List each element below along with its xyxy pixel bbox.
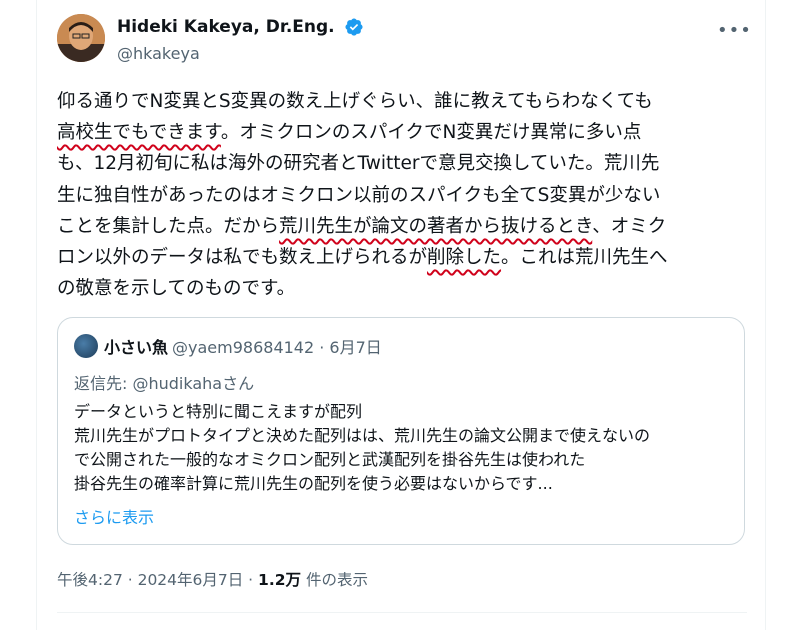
tweet-card: Hideki Kakeya, Dr.Eng. @hkakeya ••• 仰る通り… xyxy=(36,0,766,630)
more-options-icon[interactable]: ••• xyxy=(717,20,751,41)
replying-to: 返信先: @hudikahaさん xyxy=(74,374,255,393)
tweet-line: ロン以外のデータは私でも数え上げられるが削除した。これは荒川先生へ xyxy=(57,247,668,269)
view-count-label: 件の表示 xyxy=(301,571,368,589)
author-handle[interactable]: @hkakeya xyxy=(117,44,364,64)
quoted-tweet-header: 小さい魚 @yaem98684142 · 6月7日 xyxy=(74,334,382,358)
quoted-tweet[interactable]: 小さい魚 @yaem98684142 · 6月7日 返信先: @hudikahaさ… xyxy=(57,317,745,545)
tweet-line: 高校生でもできます。オミクロンのスパイクでN変異だけ異常に多い点 xyxy=(57,122,642,144)
author-names: Hideki Kakeya, Dr.Eng. @hkakeya xyxy=(117,16,364,64)
verified-badge-icon xyxy=(345,18,363,36)
quoted-author-name[interactable]: 小さい魚 xyxy=(104,338,168,357)
tweet-line: も、12月初旬に私は海外の研究者とTwitterで意見交換していた。荒川先 xyxy=(57,153,660,175)
underlined-phrase: 高校生でもできます xyxy=(57,122,221,144)
tweet-header: Hideki Kakeya, Dr.Eng. @hkakeya ••• xyxy=(57,14,751,74)
quoted-line: 荒川先生がプロトタイプと決めた配列はは、荒川先生の論文公開まで使えないの xyxy=(74,426,651,445)
quoted-line: で公開された一般的なオミクロン配列と武漢配列を掛谷先生は使われた xyxy=(74,450,586,469)
author-display-name[interactable]: Hideki Kakeya, Dr.Eng. xyxy=(117,16,335,38)
tweet-line: の敬意を示してのものです。 xyxy=(57,278,296,300)
divider xyxy=(57,612,747,613)
timestamp[interactable]: 午後4:27 · 2024年6月7日 · xyxy=(57,571,258,589)
tweet-line: 仰る通りでN変異とS変異の数え上げぐらい、誰に教えてもらわなくても xyxy=(57,91,653,112)
quoted-tweet-text: データというと特別に聞こえますが配列 荒川先生がプロトタイプと決めた配列はは、荒… xyxy=(74,400,734,496)
tweet-line: 生に独自性があったのはオミクロン以前のスパイクも全てS変異が少ない xyxy=(57,184,661,206)
tweet-line: ことを集計した点。だから荒川先生が論文の著者から抜けるとき、オミク xyxy=(57,215,667,237)
underlined-phrase: 荒川先生が論文の著者から抜けるとき xyxy=(279,215,593,237)
show-more-link[interactable]: さらに表示 xyxy=(74,504,154,528)
quoted-line: データというと特別に聞こえますが配列 xyxy=(74,402,363,421)
quoted-author-handle-date[interactable]: @yaem98684142 · 6月7日 xyxy=(172,338,382,357)
view-count[interactable]: 1.2万 xyxy=(258,571,301,589)
tweet-text: 仰る通りでN変異とS変異の数え上げぐらい、誰に教えてもらわなくても 高校生でもで… xyxy=(57,86,749,304)
quoted-author-avatar[interactable] xyxy=(74,334,98,358)
underlined-phrase: 削除した xyxy=(427,247,502,269)
quoted-line: 掛谷先生の確率計算に荒川先生の配列を使う必要はないからです... xyxy=(74,474,553,493)
tweet-meta: 午後4:27 · 2024年6月7日 · 1.2万 件の表示 xyxy=(57,568,368,590)
author-avatar[interactable] xyxy=(57,14,105,62)
